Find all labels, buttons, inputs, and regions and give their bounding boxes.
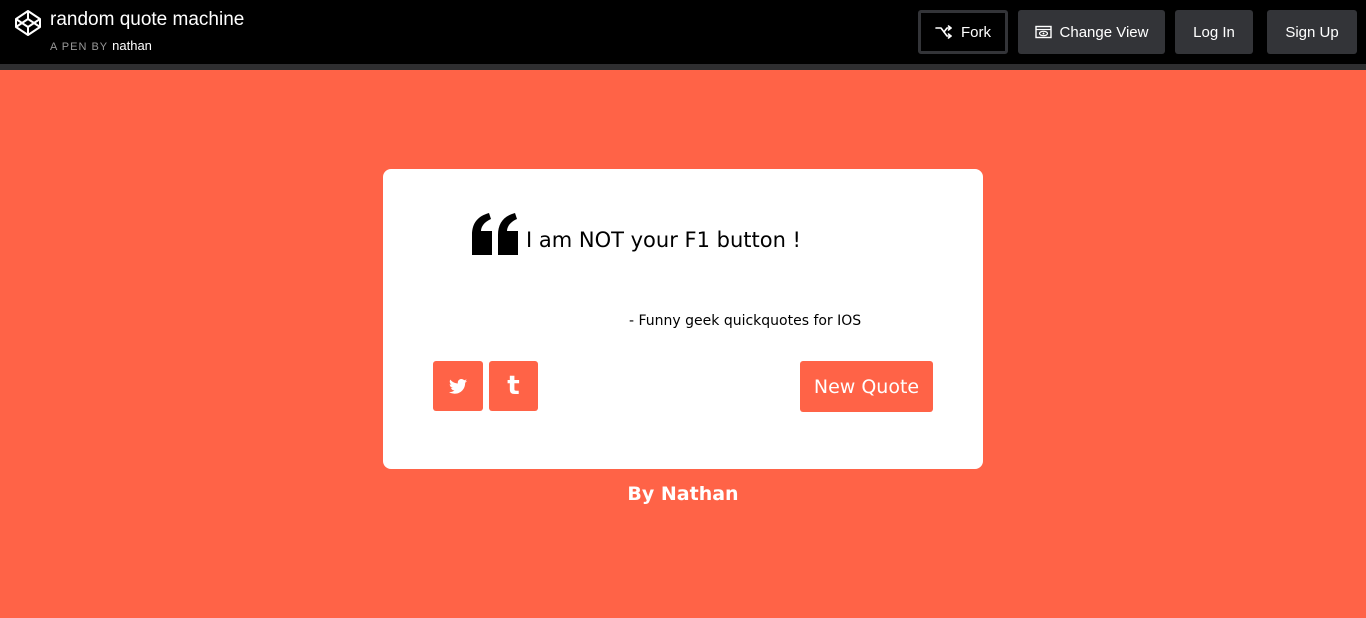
log-in-button[interactable]: Log In — [1175, 10, 1253, 54]
quote-author: - Funny geek quickquotes for IOS — [629, 313, 862, 329]
tumblr-icon: t — [507, 371, 520, 401]
author-credit: By Nathan — [627, 483, 739, 505]
quote-text: I am NOT your F1 button ! — [526, 228, 801, 252]
byline-prefix: A PEN BY — [50, 41, 109, 53]
change-view-button[interactable]: Change View — [1018, 10, 1165, 54]
codepen-logo-icon[interactable] — [14, 9, 42, 37]
fork-icon — [935, 25, 952, 39]
change-view-label: Change View — [1059, 23, 1149, 41]
author-link[interactable]: nathan — [112, 38, 152, 53]
sign-up-button[interactable]: Sign Up — [1267, 10, 1357, 54]
fork-button[interactable]: Fork — [918, 10, 1008, 54]
new-quote-button[interactable]: New Quote — [800, 361, 933, 412]
fork-label: Fork — [961, 23, 991, 41]
codepen-header: random quote machine A PEN BY nathan Fork… — [0, 0, 1366, 64]
pen-title: random quote machine — [50, 9, 245, 30]
quote-card: I am NOT your F1 button ! - Funny geek q… — [383, 169, 983, 469]
header-divider — [0, 64, 1366, 70]
twitter-icon — [449, 378, 467, 394]
tumblr-button[interactable]: t — [489, 361, 538, 411]
left-quote-icon — [472, 213, 518, 255]
tweet-button[interactable] — [433, 361, 483, 411]
change-view-icon — [1034, 25, 1052, 39]
pen-byline: A PEN BY nathan — [50, 38, 152, 55]
